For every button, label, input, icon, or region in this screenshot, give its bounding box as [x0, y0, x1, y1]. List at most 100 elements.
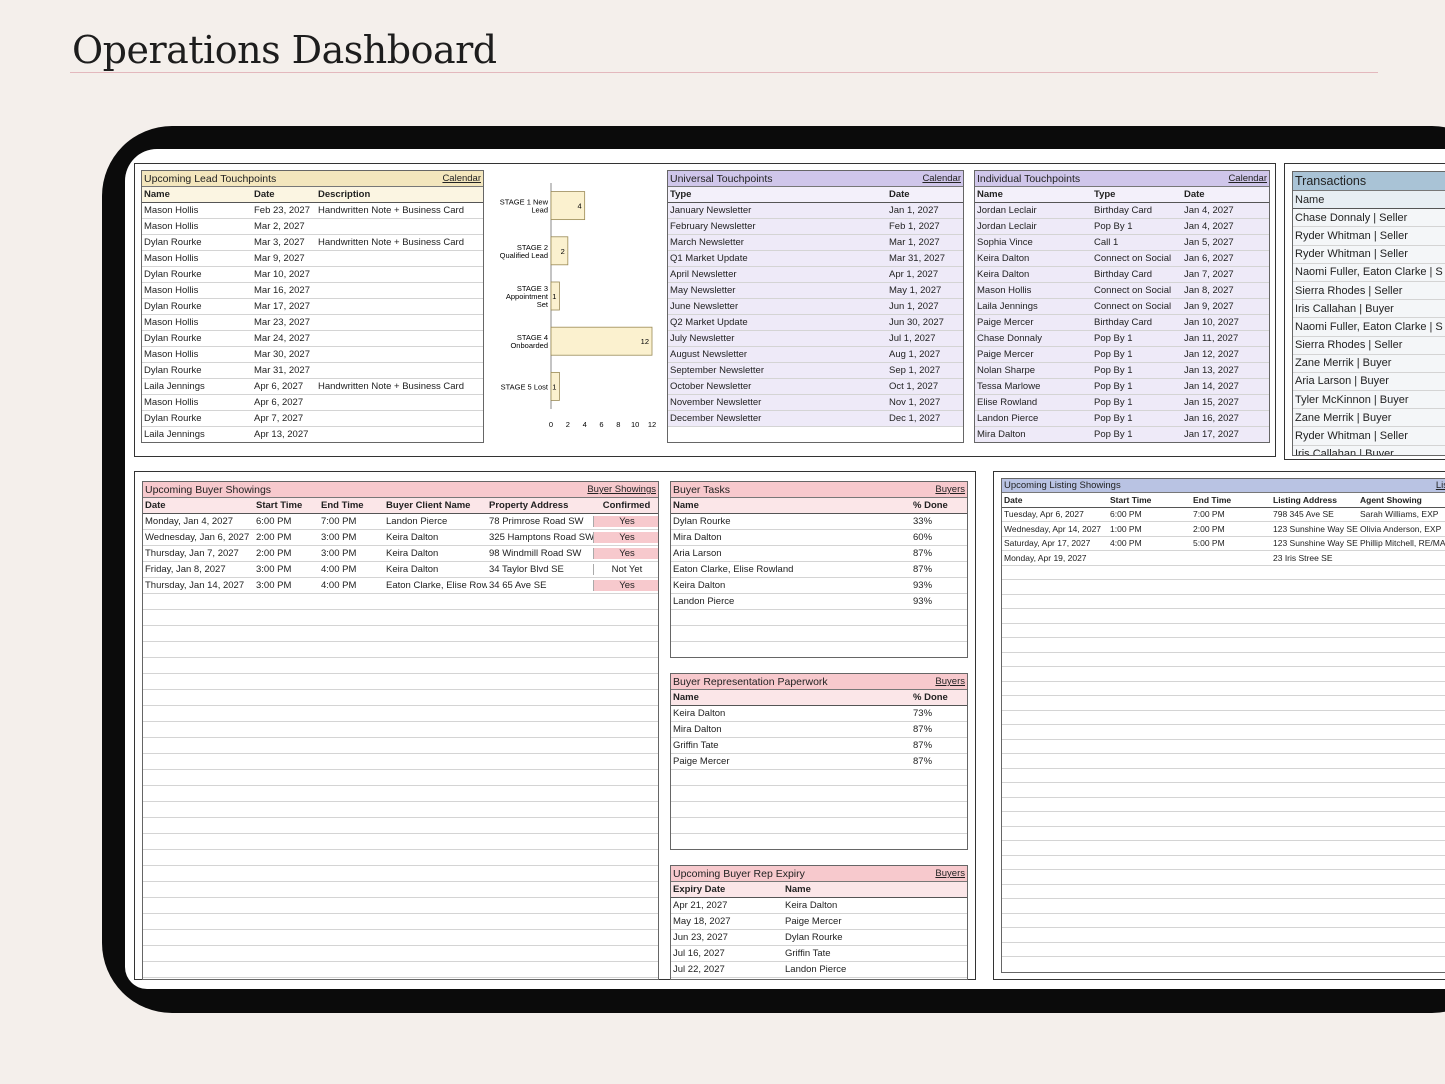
cell: Keira Dalton — [977, 269, 1030, 280]
listing-showings-link[interactable]: Lis — [1436, 480, 1445, 491]
cell: Dylan Rourke — [144, 269, 202, 280]
buyer-rep-paperwork-row-empty — [671, 818, 967, 834]
cell: Mira Dalton — [673, 724, 722, 735]
buyer-task-row: Aria Larson 87% — [671, 546, 967, 562]
individual-touchpoint-row: Landon Pierce Pop By 1 Jan 16, 2027 — [975, 411, 1269, 427]
cell: Feb 23, 2027 — [254, 205, 310, 216]
buyer-tasks-link[interactable]: Buyers — [935, 484, 965, 495]
transaction-row: Iris Callahan | Buyer — [1293, 300, 1445, 319]
listing-showing-row-empty — [1002, 855, 1445, 870]
col-header-name: Name — [144, 189, 170, 200]
listing-showing-row-empty — [1002, 768, 1445, 783]
cell: Keira Dalton — [386, 532, 439, 543]
chart-x-tick-label: 10 — [631, 420, 639, 429]
buyer-rep-expiry-row: Jul 16, 2027 Griffin Tate — [671, 946, 967, 962]
transaction-row: Ryder Whitman | Seller — [1293, 427, 1445, 446]
cell: Jan 17, 2027 — [1184, 429, 1239, 440]
cell: Dylan Rourke — [673, 516, 731, 527]
cell: Ryder Whitman | Seller — [1295, 229, 1408, 242]
individual-touchpoint-row: Elise Rowland Pop By 1 Jan 15, 2027 — [975, 395, 1269, 411]
lead-touchpoint-row: Mason Hollis Mar 30, 2027 — [142, 347, 483, 363]
title-divider — [70, 72, 1378, 73]
listing-showing-row-empty — [1002, 696, 1445, 711]
buyer-showing-row-empty — [143, 930, 658, 946]
buyer-showing-row-empty — [143, 658, 658, 674]
col-header-date: Date — [254, 189, 275, 200]
cell: Jan 13, 2027 — [1184, 365, 1239, 376]
cell: Apr 6, 2027 — [254, 381, 304, 392]
buyer-rep-paperwork-link[interactable]: Buyers — [935, 676, 965, 687]
chart-x-tick-label: 0 — [549, 420, 553, 429]
cell: August Newsletter — [670, 349, 748, 360]
cell: Pop By 1 — [1094, 397, 1133, 408]
cell: Tessa Marlowe — [977, 381, 1041, 392]
cell: Jan 10, 2027 — [1184, 317, 1239, 328]
cell: Elise Rowland — [977, 397, 1038, 408]
chart-data-label: 12 — [641, 337, 649, 346]
cell: Laila Jennings — [144, 381, 205, 392]
cell: Zane Merrik | Buyer — [1295, 411, 1392, 424]
buyer-rep-paperwork-row: Mira Dalton 87% — [671, 722, 967, 738]
universal-touchpoints-calendar-link[interactable]: Calendar — [922, 173, 961, 184]
buyer-showing-row-empty — [143, 626, 658, 642]
col-header-address: Property Address — [489, 500, 569, 511]
cell: Paige Mercer — [673, 756, 730, 767]
buyer-showings-link[interactable]: Buyer Showings — [587, 484, 656, 495]
transactions-title: Transactions — [1295, 174, 1367, 188]
chart-category-label: STAGE 1 New Lead — [500, 198, 549, 215]
cell: 98 Windmill Road SW — [489, 548, 582, 559]
lead-touchpoints-calendar-link[interactable]: Calendar — [442, 173, 481, 184]
cell: Wednesday, Jan 6, 2027 — [145, 532, 250, 543]
buyer-rep-paperwork-row: Keira Dalton 73% — [671, 706, 967, 722]
cell: 123 Sunshine Way SE — [1273, 523, 1358, 534]
buyer-rep-paperwork-row-empty — [671, 802, 967, 818]
chart-category-label: STAGE 4 Onboarded — [510, 333, 548, 350]
buyer-task-row: Keira Dalton 93% — [671, 578, 967, 594]
individual-touchpoints-calendar-link[interactable]: Calendar — [1228, 173, 1267, 184]
transaction-row: Sierra Rhodes | Seller — [1293, 336, 1445, 355]
universal-touchpoint-row: Q2 Market Update Jun 30, 2027 — [668, 315, 963, 331]
col-header-type: Type — [1094, 189, 1116, 200]
cell: Pop By 1 — [1094, 413, 1133, 424]
listing-showings-panel: Upcoming Listing Showings Lis Date Start… — [1001, 478, 1445, 973]
cell: 87% — [913, 740, 933, 751]
listing-showing-row-empty — [1002, 899, 1445, 914]
individual-touchpoint-row: Mira Dalton Pop By 1 Jan 17, 2027 — [975, 427, 1269, 442]
cell: 2:00 PM — [256, 548, 292, 559]
listing-showing-row-empty — [1002, 942, 1445, 957]
lead-touchpoint-row: Dylan Rourke Mar 10, 2027 — [142, 267, 483, 283]
buyer-showing-row: Thursday, Jan 14, 2027 3:00 PM 4:00 PM Eato… — [143, 578, 658, 594]
cell: 4:00 PM — [321, 580, 357, 591]
buyer-rep-paperwork-row: Paige Mercer 87% — [671, 754, 967, 770]
buyer-showing-row: Thursday, Jan 7, 2027 2:00 PM 3:00 PM Keira… — [143, 546, 658, 562]
buyer-showing-row-empty — [143, 786, 658, 802]
lead-touchpoint-row: Mason Hollis Mar 9, 2027 — [142, 251, 483, 267]
universal-touchpoint-row: June Newsletter Jun 1, 2027 — [668, 299, 963, 315]
cell: 87% — [913, 724, 933, 735]
buyer-showing-row: Friday, Jan 8, 2027 3:00 PM 4:00 PM Keira D… — [143, 562, 658, 578]
universal-touchpoint-row: November Newsletter Nov 1, 2027 — [668, 395, 963, 411]
buyer-rep-expiry-link[interactable]: Buyers — [935, 868, 965, 879]
cell: Jan 1, 2027 — [889, 205, 939, 216]
cell: Griffin Tate — [673, 740, 719, 751]
cell: 798 345 Ave SE — [1273, 509, 1334, 520]
cell: Friday, Jan 8, 2027 — [145, 564, 226, 575]
lead-touchpoint-row: Mason Hollis Apr 6, 2027 — [142, 395, 483, 411]
cell: 93% — [913, 580, 933, 591]
cell: Jan 4, 2027 — [1184, 205, 1234, 216]
cell: 73% — [913, 708, 933, 719]
cell: Birthday Card — [1094, 317, 1153, 328]
chart-category-label: STAGE 3 Appointment Set — [506, 284, 549, 309]
col-header-date: Date — [145, 500, 166, 511]
cell: Pop By 1 — [1094, 429, 1133, 440]
cell: Keira Dalton — [386, 564, 439, 575]
cell: Sierra Rhodes | Seller — [1295, 284, 1403, 297]
col-header-agent-showing: Agent Showing — [1360, 494, 1422, 505]
chart-x-tick-label: 4 — [583, 420, 587, 429]
individual-touchpoint-row: Jordan Leclair Pop By 1 Jan 4, 2027 — [975, 219, 1269, 235]
cell: Keira Dalton — [977, 253, 1030, 264]
cell: Mason Hollis — [144, 205, 199, 216]
cell: Jan 11, 2027 — [1184, 333, 1239, 344]
cell: 78 Primrose Road SW — [489, 516, 584, 527]
buyer-rep-expiry-header: Expiry Date Name — [671, 882, 967, 898]
